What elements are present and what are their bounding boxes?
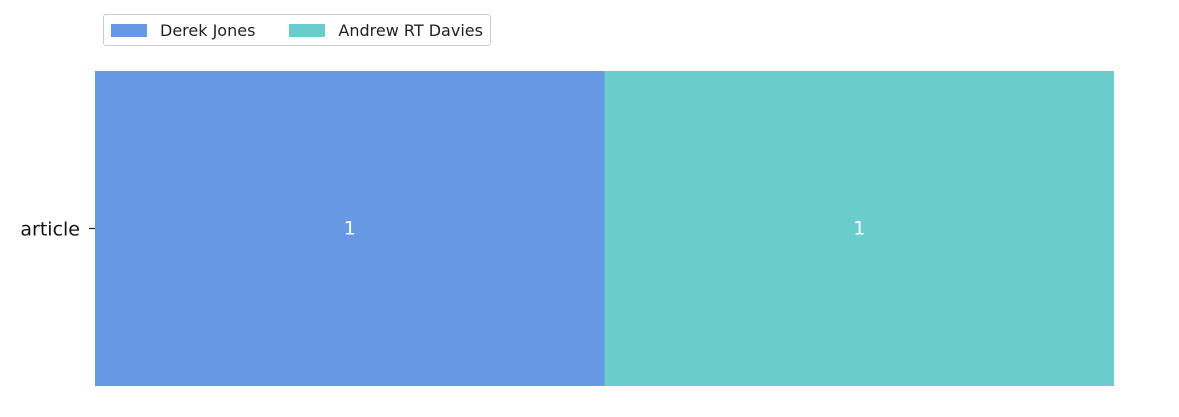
- data-label-derek-jones-article: 1: [344, 218, 356, 240]
- stacked-bar-chart: 1 1 article: [20, 71, 1114, 386]
- y-tick-label-article: article: [20, 219, 80, 241]
- data-label-andrew-rt-davies-article: 1: [853, 218, 865, 240]
